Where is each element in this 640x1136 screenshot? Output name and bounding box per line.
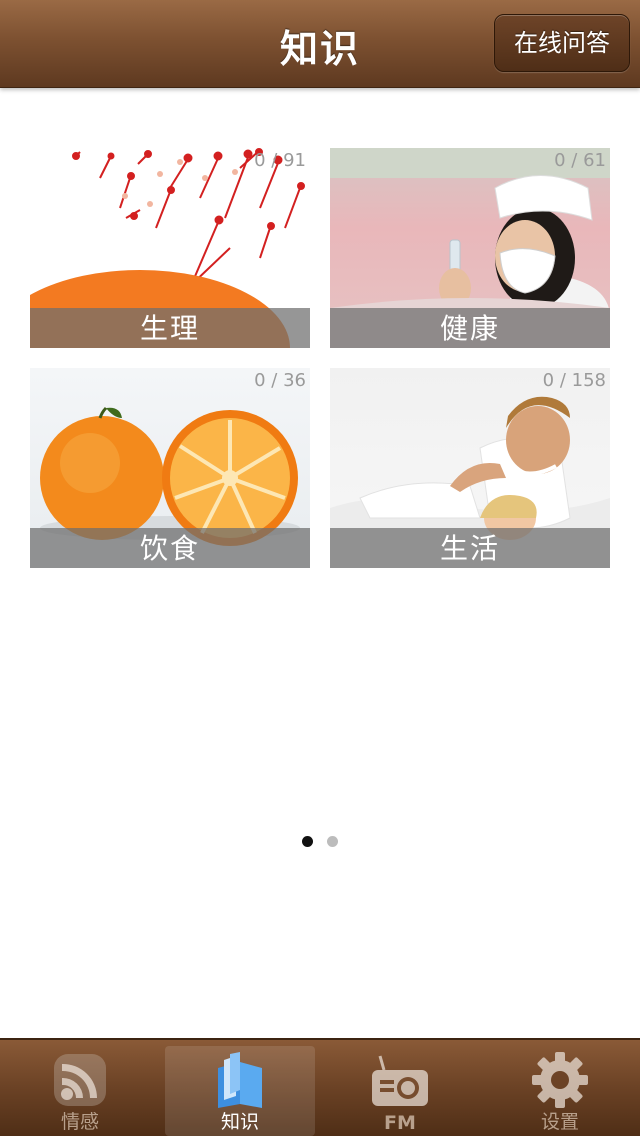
tile-label: 健康 [439,312,500,345]
tile-label: 饮食 [139,532,200,565]
tab-label: 知识 [220,1111,259,1133]
tab-bar: 情感 知识 FM 设置 [0,1038,640,1136]
tab-label: FM [384,1112,416,1134]
page-dot[interactable] [327,836,338,847]
online-qa-button[interactable]: 在线问答 [494,14,630,72]
tile-label: 生活 [439,532,500,565]
progress-count: 0 / 158 [542,370,606,391]
category-tile-health[interactable]: 0 / 61 健康 [330,148,610,348]
navigation-bar: 知识 在线问答 [0,0,640,88]
tab-label: 情感 [60,1111,99,1133]
progress-count: 0 / 91 [254,150,306,171]
category-tile-physiology[interactable]: 0 / 91 生理 [30,148,310,348]
radio-icon [372,1055,428,1106]
rss-icon [54,1054,106,1106]
books-icon [218,1052,262,1108]
tab-emotion[interactable]: 情感 [5,1046,155,1136]
tile-label: 生理 [139,312,200,345]
category-tile-life[interactable]: 0 / 158 生活 [330,368,610,568]
tab-knowledge[interactable]: 知识 [165,1046,315,1136]
gear-icon [532,1052,588,1108]
tab-settings[interactable]: 设置 [485,1046,635,1136]
category-tile-diet[interactable]: 0 / 36 饮食 [30,368,310,568]
progress-count: 0 / 36 [254,370,306,391]
page-control[interactable] [0,832,640,851]
tab-label: 设置 [540,1111,579,1133]
page-dot-active[interactable] [302,836,313,847]
progress-count: 0 / 61 [554,150,606,171]
tab-fm[interactable]: FM [325,1046,475,1136]
